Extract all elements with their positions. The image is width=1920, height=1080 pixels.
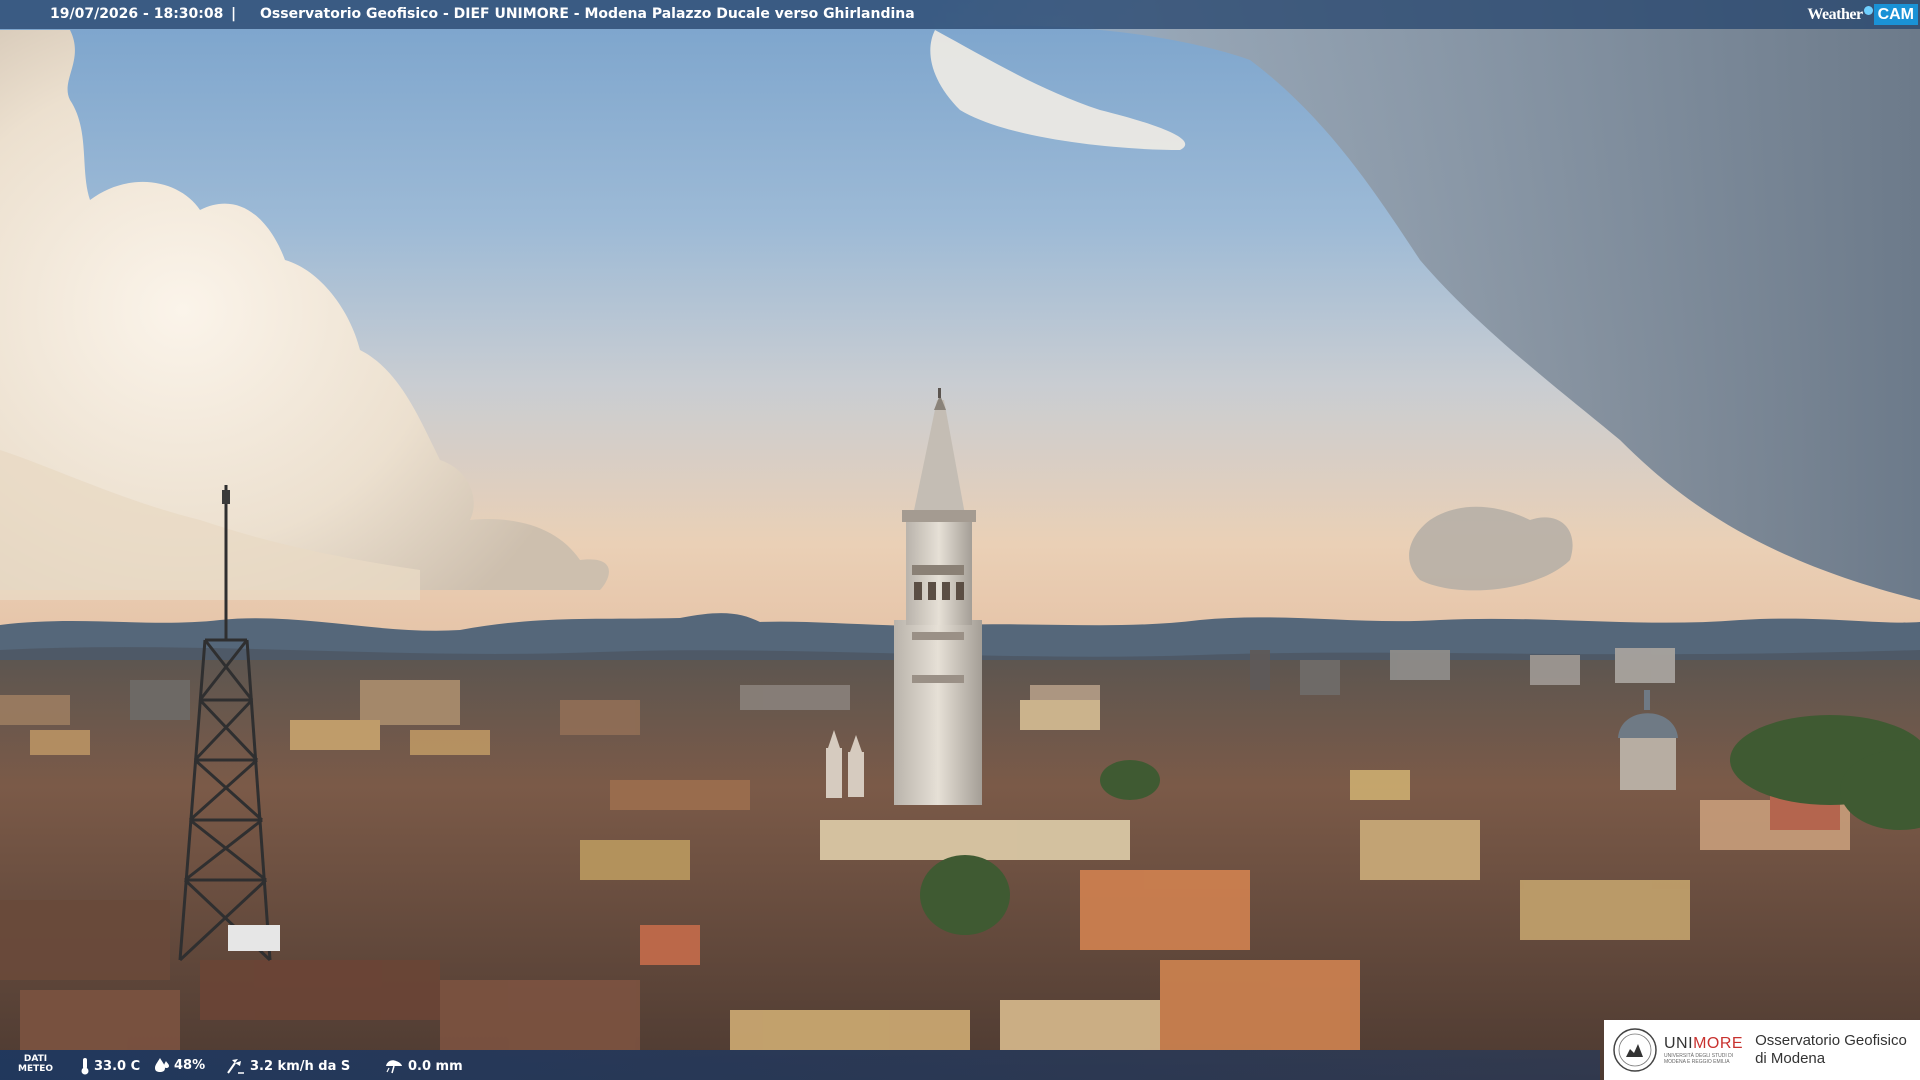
brand-weather-text: Weather (1807, 6, 1863, 23)
weather-label-line2: METEO (18, 1064, 54, 1074)
unimore-subtitle-line2: MODENA E REGGIO EMILIA (1664, 1059, 1730, 1065)
temperature-value: 33.0 C (94, 1058, 141, 1074)
city-panorama (0, 0, 1920, 1080)
humidity-reading: 48% (154, 1057, 205, 1073)
temperature-reading: 33.0 C (80, 1057, 140, 1075)
unimore-wordmark: UNIMORE UNIVERSITÀ DEGLI STUDI DI MODENA… (1664, 1035, 1743, 1065)
rain-icon (386, 1060, 402, 1074)
wind-reading: 3.2 km/h da S (226, 1057, 350, 1075)
observatory-name: Osservatorio Geofisico di Modena (1755, 1032, 1907, 1068)
webcam-header-bar: 19/07/2026 - 18:30:08 | Osservatorio Geo… (0, 0, 1920, 29)
brand-dot-icon (1863, 6, 1873, 15)
unimore-name: UNIMORE (1664, 1035, 1743, 1053)
thermometer-icon (81, 1058, 89, 1075)
weather-label: DATI METEO (18, 1054, 53, 1074)
observatory-line1: Osservatorio Geofisico (1755, 1032, 1907, 1049)
unimore-seal-icon (1613, 1028, 1657, 1072)
header-separator: | (231, 6, 237, 22)
wind-value: 3.2 km/h da S (250, 1058, 351, 1074)
rain-reading: 0.0 mm (384, 1057, 463, 1075)
timestamp: 19/07/2026 - 18:30:08 (50, 6, 224, 22)
wind-icon (227, 1059, 244, 1074)
brand-cam-text: CAM (1873, 4, 1918, 25)
camera-title: Osservatorio Geofisico - DIEF UNIMORE - … (260, 6, 915, 22)
humidity-drop-icon (155, 1058, 169, 1072)
observatory-line2: di Modena (1755, 1050, 1826, 1067)
unimore-prefix: UNI (1664, 1035, 1694, 1052)
weather-data-bar: DATI METEO 33.0 C 48% 3.2 km/h da S 0.0 … (0, 1050, 1600, 1080)
weather-label-line1: DATI (23, 1054, 48, 1064)
webcam-image (0, 0, 1920, 1080)
unimore-suffix: MORE (1693, 1035, 1744, 1052)
humidity-value: 48% (174, 1057, 206, 1073)
weathercam-logo: Weather CAM (1807, 3, 1918, 26)
unimore-observatory-logo: UNIMORE UNIVERSITÀ DEGLI STUDI DI MODENA… (1604, 1020, 1920, 1080)
rain-value: 0.0 mm (408, 1058, 463, 1074)
